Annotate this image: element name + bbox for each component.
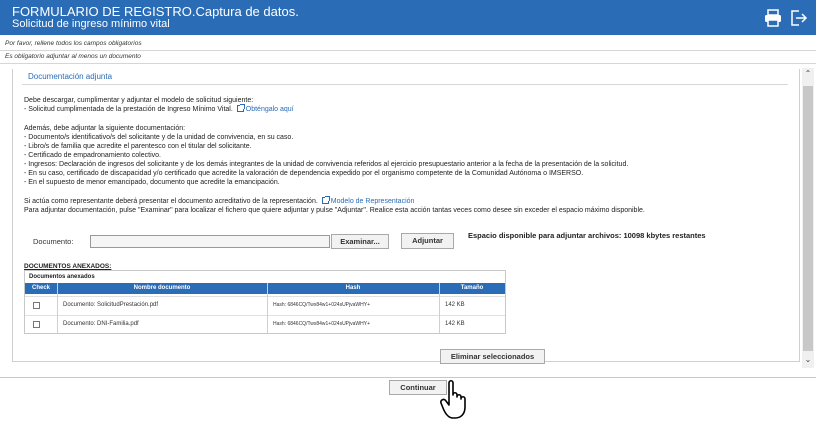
hand-cursor-icon	[440, 379, 466, 419]
doc-list-item: - En el supuesto de menor emancipado, do…	[24, 179, 280, 186]
external-link-icon	[321, 196, 330, 204]
attach-button[interactable]: Adjuntar	[401, 233, 454, 249]
form-title: FORMULARIO DE REGISTRO.Captura de datos.	[12, 4, 299, 19]
column-header-size: Tamaño	[460, 285, 484, 291]
document-hash: Hash: 6846CQ/Twx84w1+024sUPjvaWHY+	[273, 321, 370, 327]
continue-button[interactable]: Continuar	[389, 380, 447, 395]
form-item-text: - Solicitud cumplimentada de la prestaci…	[24, 106, 233, 113]
delete-selected-button[interactable]: Eliminar seleccionados	[440, 349, 545, 364]
attachment-required-note: Es obligatorio adjuntar al menos un docu…	[5, 53, 141, 60]
representation-model-link[interactable]: Modelo de Representación	[331, 198, 415, 205]
column-header-name: Nombre documento	[133, 285, 191, 291]
attached-documents-title: DOCUMENTOS ANEXADOS:	[24, 263, 112, 270]
table-row: Documento: SolicitudPrestación.pdf Hash:…	[25, 296, 505, 315]
representative-line: Si actúa como representante deberá prese…	[24, 196, 415, 206]
footer-divider	[0, 377, 816, 378]
attach-instructions: Para adjuntar documentación, pulse "Exam…	[24, 207, 645, 214]
column-divider	[439, 283, 440, 333]
doc-list-item: - Certificado de empadronamiento colecti…	[24, 152, 161, 159]
doc-list-item: - Libro/s de familia que acredite el par…	[24, 143, 252, 150]
row-checkbox[interactable]	[33, 302, 40, 309]
table-header: Check Nombre documento Hash Tamaño	[25, 283, 505, 294]
attached-documents-table: Documentos anexados Check Nombre documen…	[24, 270, 506, 334]
form-subtitle: Solicitud de ingreso mínimo vital	[12, 18, 170, 30]
table-caption: Documentos anexados	[29, 274, 95, 280]
document-name: Documento: DNI-Familia.pdf	[63, 321, 139, 327]
doc-list-item: - Ingresos: Declaración de ingresos del …	[24, 161, 629, 168]
form-item: - Solicitud cumplimentada de la prestaci…	[24, 104, 294, 114]
vertical-scrollbar[interactable]: ⌃ ⌄	[802, 68, 814, 368]
form-download-link[interactable]: Obténgalo aquí	[246, 106, 294, 113]
scroll-down-icon[interactable]: ⌄	[803, 354, 813, 366]
space-available-text: Espacio disponible para adjuntar archivo…	[468, 231, 706, 240]
table-row: Documento: DNI-Familia.pdf Hash: 6846CQ/…	[25, 315, 505, 334]
section-legend: Documentación adjunta	[26, 72, 115, 81]
document-size: 142 KB	[445, 302, 465, 308]
document-hash: Hash: 6846CQ/Twx84w1+024sUPjvaWHY+	[273, 302, 370, 308]
row-checkbox[interactable]	[33, 321, 40, 328]
column-divider	[267, 283, 268, 333]
required-fields-note: Por favor, rellene todos los campos obli…	[5, 40, 142, 47]
app-header: FORMULARIO DE REGISTRO.Captura de datos.…	[0, 0, 816, 35]
printer-icon[interactable]	[763, 8, 783, 28]
scrollbar-thumb[interactable]	[803, 86, 813, 351]
column-divider	[57, 283, 58, 333]
scroll-up-icon[interactable]: ⌃	[803, 68, 813, 80]
divider	[0, 63, 816, 64]
intro-text: Debe descargar, cumplimentar y adjuntar …	[24, 97, 254, 104]
external-link-icon	[236, 104, 245, 112]
document-size: 142 KB	[445, 321, 465, 327]
exit-icon[interactable]	[788, 8, 808, 28]
also-attach-text: Además, debe adjuntar la siguiente docum…	[24, 125, 186, 132]
doc-list-item: - Documento/s identificativo/s del solic…	[24, 134, 294, 141]
browse-button[interactable]: Examinar...	[331, 234, 389, 249]
file-path-input[interactable]	[90, 235, 330, 248]
document-label: Documento:	[33, 237, 74, 246]
representative-text: Si actúa como representante deberá prese…	[24, 198, 318, 205]
column-header-check: Check	[31, 285, 50, 291]
divider	[0, 50, 816, 51]
column-header-hash: Hash	[345, 285, 361, 291]
document-name: Documento: SolicitudPrestación.pdf	[63, 302, 159, 308]
section-divider	[22, 84, 788, 85]
doc-list-item: - En su caso, certificado de discapacida…	[24, 170, 584, 177]
